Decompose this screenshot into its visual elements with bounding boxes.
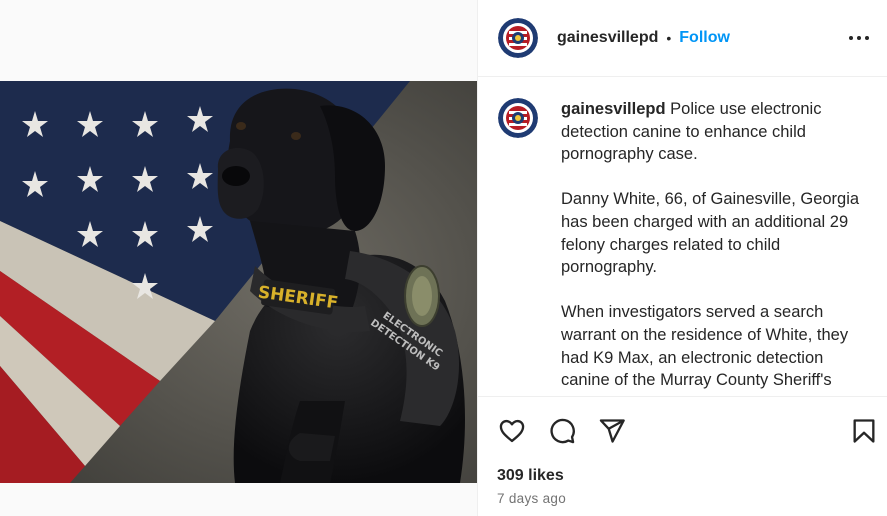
more-horizontal-icon[interactable]: [847, 28, 871, 48]
likes-count[interactable]: 309 likes: [497, 467, 564, 485]
post-timestamp[interactable]: 7 days ago: [497, 491, 566, 506]
comment-icon[interactable]: [548, 417, 576, 445]
post-header: gainesvillepd • Follow: [478, 0, 887, 77]
follow-button[interactable]: Follow: [679, 29, 730, 47]
heart-icon[interactable]: [498, 417, 526, 445]
post-details-panel: gainesvillepd • Follow gainesvillepd Pol…: [477, 0, 887, 516]
caption-username[interactable]: gainesvillepd: [561, 100, 666, 118]
police-badge-logo: [498, 98, 538, 138]
caption-paragraph-3: When investigators served a search warra…: [561, 303, 849, 396]
caption-avatar[interactable]: [498, 98, 538, 138]
caption-text: gainesvillepd Police use electronic dete…: [561, 98, 866, 396]
header-username[interactable]: gainesvillepd: [557, 29, 658, 47]
post-image[interactable]: SHERIFF ELECTRONIC DETECTION K9: [0, 81, 477, 483]
share-icon[interactable]: [598, 417, 626, 445]
caption-area: gainesvillepd Police use electronic dete…: [478, 78, 887, 396]
avatar[interactable]: [498, 18, 538, 58]
bookmark-icon[interactable]: [850, 417, 878, 445]
police-badge-logo: [498, 18, 538, 58]
media-column: SHERIFF ELECTRONIC DETECTION K9: [0, 0, 477, 516]
post-photo-illustration: SHERIFF ELECTRONIC DETECTION K9: [0, 81, 477, 483]
caption-paragraph: gainesvillepd Police use electronic dete…: [561, 98, 866, 166]
separator-dot: •: [666, 30, 672, 46]
caption-paragraph-2: Danny White, 66, of Gainesville, Georgia…: [561, 190, 860, 277]
